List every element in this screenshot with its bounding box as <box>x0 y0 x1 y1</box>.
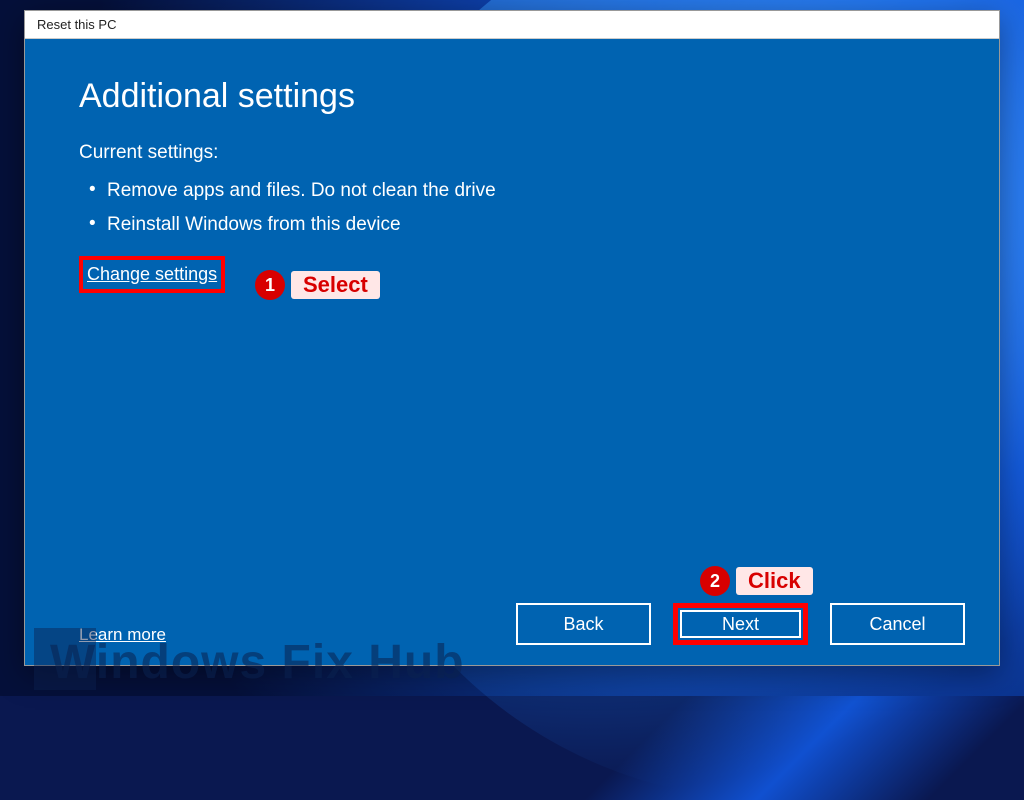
back-button-label: Back <box>563 614 603 635</box>
cancel-button[interactable]: Cancel <box>830 603 965 645</box>
cancel-button-label: Cancel <box>869 614 925 635</box>
list-item: Remove apps and files. Do not clean the … <box>85 174 945 208</box>
next-button[interactable]: Next <box>673 603 808 645</box>
current-settings-label: Current settings: <box>79 142 945 164</box>
settings-list: Remove apps and files. Do not clean the … <box>79 174 945 242</box>
next-button-label: Next <box>722 614 759 635</box>
watermark-block <box>34 628 96 690</box>
page-heading: Additional settings <box>79 77 945 116</box>
change-settings-link[interactable]: Change settings <box>79 256 225 293</box>
list-item: Reinstall Windows from this device <box>85 208 945 242</box>
bottom-row: Learn more Back Next Cancel <box>79 603 965 645</box>
back-button[interactable]: Back <box>516 603 651 645</box>
titlebar[interactable]: Reset this PC <box>25 11 999 39</box>
reset-pc-dialog: Reset this PC Additional settings Curren… <box>24 10 1000 666</box>
dialog-body: Additional settings Current settings: Re… <box>25 39 999 665</box>
dialog-title: Reset this PC <box>37 17 116 32</box>
